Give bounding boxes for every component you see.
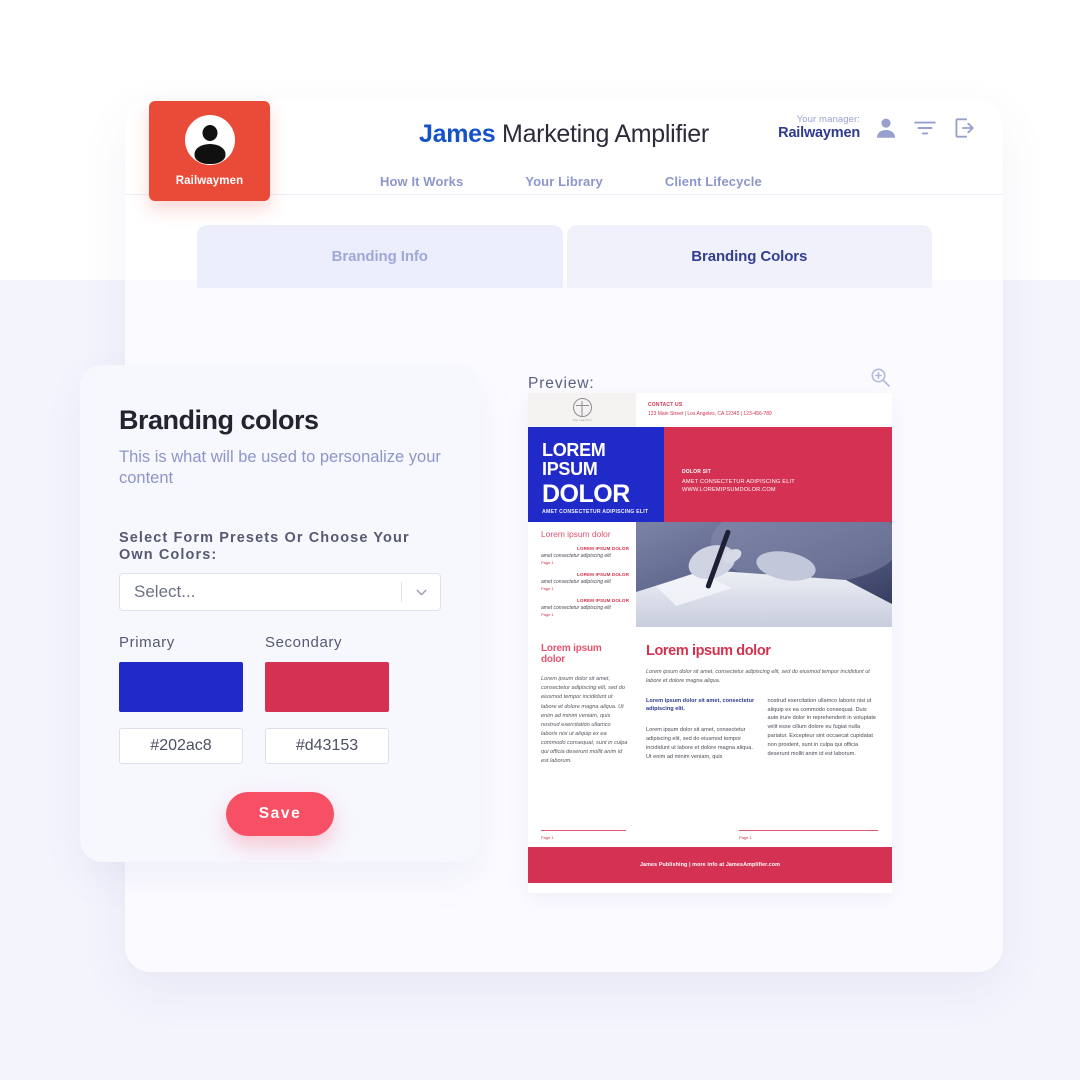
doc-hero-right: DOLOR SIT AMET CONSECTETUR ADIPISCING EL… [664, 427, 892, 522]
preset-select-label: Select Form Presets Or Choose Your Own C… [119, 529, 410, 563]
doc-top-bar: Your Law Firm CONTACT US 123 Main Street… [528, 393, 892, 427]
tab-branding-colors[interactable]: Branding Colors [566, 225, 932, 288]
branding-colors-form-card: Branding colors This is what will be use… [80, 365, 480, 862]
doc-contact-text: 123 Main Street | Los Angeles, CA 12345 … [648, 410, 772, 417]
chevron-down-icon[interactable] [413, 584, 430, 601]
save-button[interactable]: Save [225, 792, 335, 837]
doc-page-rule [739, 829, 878, 831]
doc-hero-line2: IPSUM [542, 458, 598, 479]
nav-item-client-lifecycle[interactable]: Client Lifecycle [665, 174, 762, 189]
doc-articles: Lorem ipsum dolor Lorem ipsum dolor sit … [528, 627, 892, 847]
doc-hero-right-line1: AMET CONSECTETUR ADIPISCING ELIT [682, 479, 795, 485]
doc-toc-item-page: Page 1 [541, 586, 554, 591]
doc-article-col-1: Lorem ipsum dolor sit amet, consectetur … [646, 697, 757, 763]
app-title-brand: James [419, 120, 496, 148]
manager-block: Your manager: Railwaymen [778, 114, 860, 143]
doc-footer: James Publishing | more info at JamesAmp… [528, 847, 892, 883]
page-subtitle: This is what will be used to personalize… [119, 448, 441, 487]
doc-logo-caption: Your Law Firm [572, 419, 592, 422]
select-divider [401, 582, 402, 603]
law-firm-emblem-icon [572, 398, 592, 417]
app-title-rest: Marketing Amplifier [495, 120, 709, 148]
nav-item-your-library[interactable]: Your Library [525, 174, 603, 189]
doc-toc-item: LOREM IPSUM DOLOR amet consectetur adipi… [541, 598, 629, 617]
doc-article-left-page: Page 1 [541, 835, 554, 840]
header-right-group: Your manager: Railwaymen [778, 114, 977, 143]
doc-article-right-col1: Lorem ipsum dolor sit amet, consectetur … [646, 727, 753, 761]
filter-menu-icon[interactable] [912, 115, 938, 141]
doc-hero-line3: DOLOR [542, 480, 630, 509]
person-avatar-icon [184, 115, 235, 165]
doc-hero-subtitle: AMET CONSECTETUR ADIPISCING ELIT [542, 509, 649, 515]
tab-bar: Branding Info Branding Colors [197, 225, 932, 288]
doc-toc-item: LOREM IPSUM DOLOR amet consectetur adipi… [541, 546, 629, 565]
doc-toc-item-text: amet consectetur adipiscing elit [541, 578, 611, 585]
doc-hero-left: LOREM IPSUM DOLOR AMET CONSECTETUR ADIPI… [528, 427, 664, 522]
doc-article-right-col2: nostrud exercitation ullamco laboris nis… [767, 697, 877, 758]
doc-mid-section: Lorem ipsum dolor LOREM IPSUM DOLOR amet… [528, 522, 892, 627]
manager-label: Your manager: [796, 114, 860, 125]
user-account-icon[interactable] [873, 115, 899, 141]
doc-toc-item-heading: LOREM IPSUM DOLOR [577, 598, 629, 603]
preset-select-value: Select... [134, 582, 196, 602]
screenshot-root: James Marketing Amplifier Your manager: … [0, 0, 1080, 1080]
primary-color-swatch[interactable] [119, 662, 243, 713]
doc-toc-item-page: Page 1 [541, 560, 554, 565]
color-swatch-row: Primary #202ac8 Secondary #d43153 [119, 634, 441, 765]
doc-toc-item-text: amet consectetur adipiscing elit [541, 552, 611, 559]
doc-logo-block: Your Law Firm [528, 393, 636, 427]
doc-article-right-columns: Lorem ipsum dolor sit amet, consectetur … [646, 697, 878, 763]
doc-toc: Lorem ipsum dolor LOREM IPSUM DOLOR amet… [528, 522, 636, 627]
doc-article-right-heading: Lorem ipsum dolor [646, 643, 771, 659]
primary-color-group: Primary #202ac8 [119, 634, 243, 765]
preview-label: Preview: [528, 375, 595, 392]
doc-toc-item-page: Page 1 [541, 612, 554, 617]
doc-toc-item-heading: LOREM IPSUM DOLOR [577, 572, 629, 577]
secondary-color-group: Secondary #d43153 [265, 634, 389, 765]
doc-photo [636, 522, 892, 627]
nav-item-how-it-works[interactable]: How It Works [380, 174, 463, 189]
doc-hero-right-heading: DOLOR SIT [682, 469, 712, 475]
save-button-row: Save [119, 792, 441, 837]
doc-article-col-2: nostrud exercitation ullamco laboris nis… [768, 697, 879, 763]
doc-page-rule [541, 829, 626, 831]
doc-article-right-page: Page 1 [739, 835, 752, 840]
doc-article-left-body: Lorem ipsum dolor sit amet, consectetur … [541, 676, 628, 764]
secondary-color-label: Secondary [265, 634, 343, 652]
secondary-color-swatch[interactable] [265, 662, 389, 713]
primary-color-label: Primary [119, 634, 175, 652]
doc-toc-item: LOREM IPSUM DOLOR amet consectetur adipi… [541, 572, 629, 591]
railwaymen-logo-badge[interactable]: Railwaymen [149, 101, 270, 201]
doc-hero-right-line2: WWW.LOREMIPSUMDOLOR.COM [682, 487, 776, 494]
preset-select[interactable]: Select... [119, 573, 441, 612]
doc-hero-line1: LOREM [542, 440, 606, 460]
primary-hex-input[interactable]: #202ac8 [119, 728, 243, 765]
railwaymen-badge-label: Railwaymen [175, 175, 244, 187]
doc-contact-block: CONTACT US 123 Main Street | Los Angeles… [636, 393, 892, 427]
tab-branding-info[interactable]: Branding Info [197, 225, 563, 288]
doc-article-right-bold: Lorem ipsum dolor sit amet, consectetur … [646, 697, 755, 712]
doc-contact-heading: CONTACT US [648, 402, 683, 408]
doc-article-right: Lorem ipsum dolor Lorem ipsum dolor sit … [636, 637, 892, 847]
manager-name: Railwaymen [778, 125, 860, 142]
doc-toc-item-text: amet consectetur adipiscing elit [541, 604, 611, 611]
doc-toc-heading: Lorem ipsum dolor [541, 529, 611, 539]
secondary-hex-input[interactable]: #d43153 [265, 728, 389, 765]
page-title: Branding colors [119, 405, 319, 435]
writing-hands-photo-icon [636, 522, 892, 627]
doc-hero: LOREM IPSUM DOLOR AMET CONSECTETUR ADIPI… [528, 427, 892, 522]
doc-article-left-heading: Lorem ipsum dolor [541, 643, 602, 666]
document-preview[interactable]: Your Law Firm CONTACT US 123 Main Street… [528, 393, 892, 893]
logout-icon[interactable] [951, 115, 977, 141]
doc-article-left: Lorem ipsum dolor Lorem ipsum dolor sit … [528, 637, 636, 847]
doc-toc-item-heading: LOREM IPSUM DOLOR [577, 546, 629, 551]
zoom-in-icon[interactable] [868, 365, 892, 389]
doc-article-right-lead: Lorem ipsum dolor sit amet, consectetur … [646, 669, 870, 684]
